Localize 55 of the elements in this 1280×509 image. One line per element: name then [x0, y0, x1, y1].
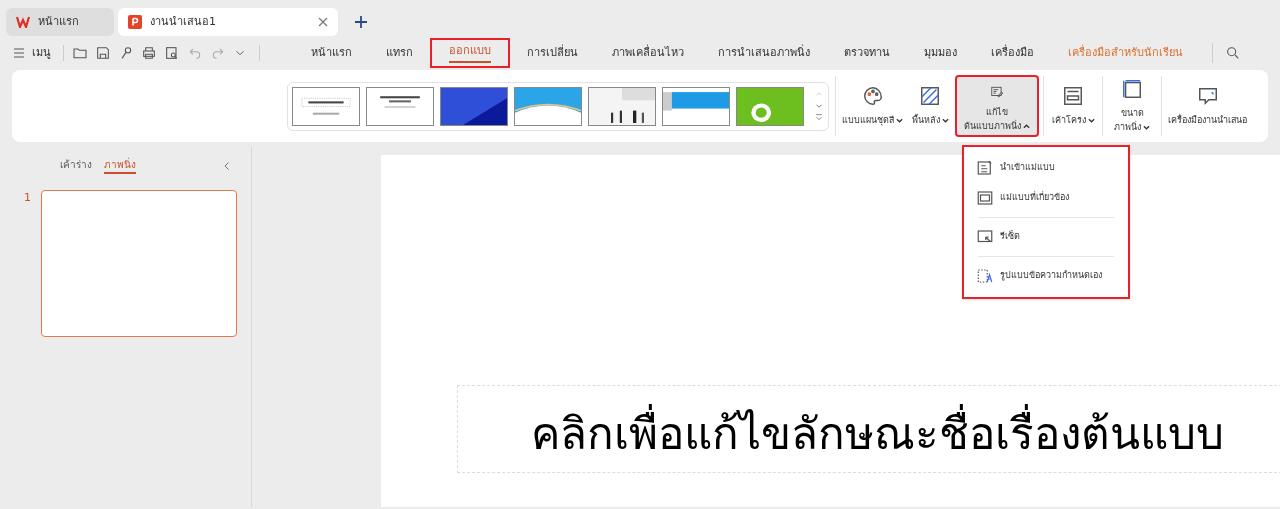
ribbon-button[interactable]: แบบแผนชุดสี [840, 75, 905, 137]
ribbon-button[interactable]: เครื่องมืองานนำเสนอ [1166, 75, 1249, 137]
ribbon-tab[interactable]: ภาพเคลื่อนไหว [595, 38, 701, 68]
search-icon [1225, 45, 1241, 61]
w-logo-icon [16, 16, 30, 28]
menu-button[interactable]: เมนู [32, 44, 51, 62]
menu-item[interactable]: แม่แบบที่เกี่ยวข้อง [964, 183, 1128, 213]
menu-icon[interactable] [14, 48, 24, 58]
open-folder-icon [72, 45, 88, 61]
custom-text-format-icon [976, 267, 994, 285]
slide-thumbnail[interactable] [41, 190, 237, 337]
ribbon-tab[interactable]: การเปลี่ยน [510, 38, 595, 68]
ribbon-button[interactable]: เค้าโครง [1048, 75, 1098, 137]
document-tab[interactable]: งานนำเสนอ1 [118, 8, 338, 36]
related-template-icon [976, 189, 994, 207]
ribbon-button[interactable]: แก้ไข ต้นแบบภาพนิ่ง [955, 75, 1039, 137]
ribbon-tab[interactable]: แทรก [369, 38, 430, 68]
print-preview-icon [164, 45, 180, 61]
print-icon [141, 45, 157, 61]
background-icon [919, 85, 941, 107]
palette-icon [861, 85, 884, 107]
expand-gallery-icon [814, 113, 824, 123]
ribbon-tab[interactable]: มุมมอง [907, 38, 974, 68]
document-tab[interactable]: หน้าแรก [6, 8, 114, 36]
panel-tab[interactable]: เค้าร่าง [60, 157, 92, 174]
ribbon-tab[interactable]: ตรวจทาน [827, 38, 907, 68]
layout-icon [1062, 85, 1084, 107]
design-thumbnail[interactable] [588, 86, 656, 126]
ribbon-tab[interactable]: การนำเสนอภาพนิ่ง [701, 38, 827, 68]
ribbon-tab[interactable]: หน้าแรก [294, 38, 369, 68]
design-thumbnail[interactable] [736, 86, 804, 126]
design-thumbnail[interactable] [366, 86, 434, 126]
design-thumbnail[interactable] [514, 86, 582, 126]
ribbon-button[interactable]: พื้นหลัง [905, 75, 955, 137]
title-placeholder[interactable]: คลิกเพื่อแก้ไขลักษณะชื่อเรื่องต้นแบบ [457, 385, 1280, 473]
slide-size-icon [1121, 78, 1143, 100]
tab-title: งานนำเสนอ1 [150, 13, 217, 30]
tab-title: หน้าแรก [38, 13, 80, 30]
menu-item[interactable]: รีเซ็ต [964, 222, 1128, 252]
panel-tab[interactable]: ภาพนิ่ง [104, 157, 136, 174]
menu-item[interactable]: นำเข้าแม่แบบ [964, 153, 1128, 183]
ribbon-button[interactable]: ขนาด ภาพนิ่ง [1107, 75, 1157, 137]
slide-number: 1 [24, 190, 31, 206]
design-thumbnail[interactable] [662, 86, 730, 126]
presentation-file-icon [128, 15, 142, 29]
import-template-icon [976, 159, 994, 177]
design-thumbnail[interactable] [292, 86, 360, 126]
new-tab-icon[interactable] [354, 15, 368, 29]
ribbon-tab[interactable]: เครื่องมือ [974, 38, 1051, 68]
close-icon[interactable] [318, 17, 328, 27]
save-icon [95, 45, 111, 61]
ribbon-tab[interactable]: ออกแบบ [430, 38, 510, 68]
menu-item[interactable]: รูปแบบข้อความกำหนดเอง [964, 261, 1128, 291]
slide-title: คลิกเพื่อแก้ไขลักษณะชื่อเรื่องต้นแบบ [508, 396, 1246, 472]
design-thumbnail[interactable] [440, 86, 508, 126]
